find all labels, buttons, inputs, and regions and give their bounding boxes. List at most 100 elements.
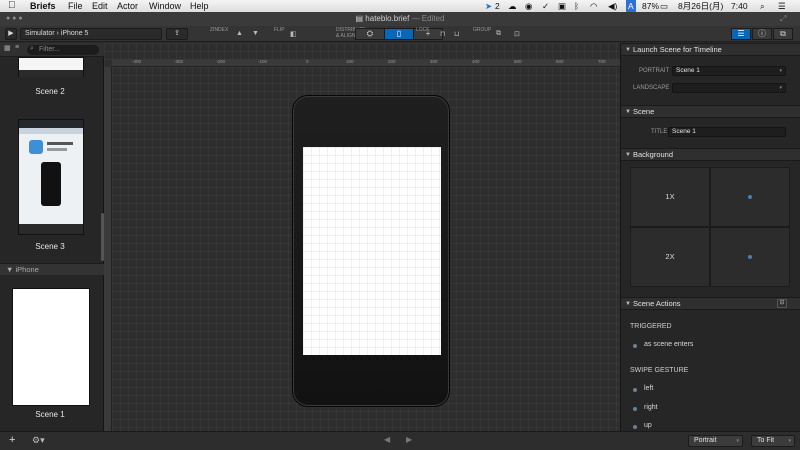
apple-menu-icon[interactable]:  [8, 0, 16, 12]
disclosure-triangle-icon[interactable]: ▼ [625, 298, 631, 310]
text-line [47, 148, 67, 151]
ruler-tick: -300 [174, 59, 184, 64]
flip-icon[interactable]: ◧ [290, 30, 297, 38]
ruler-tick: 200 [388, 59, 396, 64]
as-scene-enters-action[interactable]: as scene enters [644, 341, 693, 348]
scene-2-label[interactable]: Scene 2 [0, 87, 100, 96]
action-dot-icon[interactable] [633, 425, 637, 429]
export-button[interactable]: ⧉ [773, 28, 793, 40]
action-dot-icon[interactable] [633, 388, 637, 392]
flip-label: FLIP [274, 27, 285, 33]
editor-canvas[interactable]: -400 -300 -200 -100 0 100 200 300 400 50… [104, 43, 620, 431]
disclosure-triangle-icon[interactable]: ▼ [625, 44, 631, 56]
chevron-down-icon: ▾ [779, 85, 782, 91]
toolbox-icon[interactable]: ▣ [558, 0, 566, 12]
title-bar: ● ● ● ▤ hateblo.brief — Edited ⤢ [0, 12, 800, 26]
triggered-label: TRIGGERED [630, 323, 672, 330]
add-action-button[interactable]: ⊟ [777, 299, 787, 308]
portrait-label: PORTRAIT [639, 68, 670, 74]
fullscreen-icon[interactable]: ⤢ [780, 12, 786, 26]
menu-edit[interactable]: Edit [92, 0, 108, 12]
phone-image [41, 162, 61, 206]
info-button[interactable]: ⓘ [752, 28, 772, 40]
gear-icon[interactable]: ⚙▾ [32, 435, 45, 446]
unlock-icon[interactable]: ⊔ [454, 30, 459, 38]
battery-percent[interactable]: 87% [642, 0, 659, 12]
scene-list-panel: ▦ ≡ Filter... ⌕ Scene 2 Scene 3 ▼ iPhone… [0, 43, 104, 431]
cloud-icon[interactable]: ☁ [508, 0, 517, 12]
inspector-list-button[interactable]: ☰ [731, 28, 751, 40]
scene-1-label[interactable]: Scene 1 [0, 410, 100, 419]
previous-scene-icon[interactable]: ◀ [384, 435, 390, 444]
sync-icon[interactable]: ◉ [525, 0, 532, 12]
search-icon: ⌕ [30, 45, 34, 52]
notification-center-icon[interactable]: ☰ [778, 0, 786, 12]
mode-animation-button[interactable]: ⛭ [355, 28, 385, 40]
scene-3-thumbnail[interactable] [18, 119, 84, 235]
orientation-select[interactable]: Portrait ▾ [688, 435, 743, 447]
list-view-icon[interactable]: ≡ [15, 44, 19, 51]
scene-title-input[interactable]: Scene 1 [668, 127, 786, 137]
bluetooth-icon[interactable]: ᛒ [574, 0, 579, 12]
menu-actor[interactable]: Actor [117, 0, 138, 12]
portrait-value: Scene 1 [676, 67, 700, 74]
input-method-icon[interactable]: A [626, 0, 636, 12]
mode-device-button[interactable]: ▯ [384, 28, 414, 40]
date-label[interactable]: 8月26日(月) [678, 0, 723, 12]
disclosure-triangle-icon[interactable]: ▼ [625, 106, 631, 118]
launch-scene-header[interactable]: ▼ Launch Scene for Timeline [621, 43, 800, 56]
ruler-tick: -100 [258, 59, 268, 64]
scene-1-thumbnail[interactable] [12, 288, 90, 406]
add-scene-icon[interactable]: + [9, 434, 15, 446]
wifi-icon[interactable]: ◠ [590, 0, 597, 12]
time-label[interactable]: 7:40 [731, 0, 748, 12]
section-title: Scene Actions [633, 299, 681, 308]
scene-actions-header[interactable]: ▼ Scene Actions ⊟ [621, 297, 800, 310]
scene-section-header[interactable]: ▼ Scene [621, 105, 800, 118]
action-dot-icon[interactable] [633, 344, 637, 348]
app-icon [29, 140, 43, 154]
action-dot-icon[interactable] [633, 407, 637, 411]
zindex-down-icon[interactable]: ▼ [252, 30, 259, 37]
swipe-up-action[interactable]: up [644, 422, 652, 429]
group-header-iphone[interactable]: ▼ iPhone [0, 263, 104, 275]
lock-icon[interactable]: ⊓ [440, 30, 445, 38]
ruler-tick: 300 [430, 59, 438, 64]
group-icon[interactable]: ⧉ [496, 30, 501, 38]
window-title: ▤ hateblo.brief — Edited [0, 12, 800, 26]
device-screen-scene[interactable] [303, 147, 441, 355]
app-status-icon[interactable]: ✓ [542, 0, 549, 12]
ruler-tick: 400 [472, 59, 480, 64]
spotlight-icon[interactable]: ⌕ [760, 0, 765, 12]
swipe-right-action[interactable]: right [644, 404, 658, 411]
scene-3-label[interactable]: Scene 3 [0, 242, 100, 251]
swipe-left-action[interactable]: left [644, 385, 653, 392]
zindex-up-icon[interactable]: ▲ [236, 30, 243, 37]
background-section-header[interactable]: ▼ Background [621, 148, 800, 161]
menu-window[interactable]: Window [149, 0, 181, 12]
device-path[interactable]: Simulator › iPhone 5 [20, 28, 162, 40]
share-button[interactable]: ⇪ [166, 28, 188, 40]
grid-view-icon[interactable]: ▦ [4, 44, 11, 52]
location-icon[interactable]: ➤ [485, 0, 492, 12]
portrait-select[interactable]: Scene 1 ▾ [672, 66, 786, 76]
menu-help[interactable]: Help [190, 0, 209, 12]
section-title: Background [633, 150, 674, 159]
volume-icon[interactable]: ◀) [608, 0, 617, 12]
next-scene-icon[interactable]: ▶ [406, 435, 412, 444]
disclosure-triangle-icon[interactable]: ▼ [625, 149, 631, 161]
background-1x-well[interactable] [710, 167, 790, 227]
ungroup-icon[interactable]: ⊡ [514, 30, 520, 38]
background-2x-label: 2X [630, 227, 710, 287]
zoom-select[interactable]: To Fit ▾ [751, 435, 795, 447]
app-menu[interactable]: Briefs [30, 0, 56, 12]
section-title: Scene [633, 107, 655, 116]
disclosure-triangle-icon[interactable]: ▼ [6, 265, 16, 274]
background-2x-well[interactable] [710, 227, 790, 287]
landscape-select[interactable]: ▾ [672, 83, 786, 93]
play-button[interactable]: ▶ [5, 28, 17, 40]
filter-input[interactable]: Filter... [27, 45, 99, 55]
scene-2-thumbnail[interactable] [18, 57, 84, 77]
menu-file[interactable]: File [68, 0, 83, 12]
landscape-label: LANDSCAPE [633, 85, 670, 91]
